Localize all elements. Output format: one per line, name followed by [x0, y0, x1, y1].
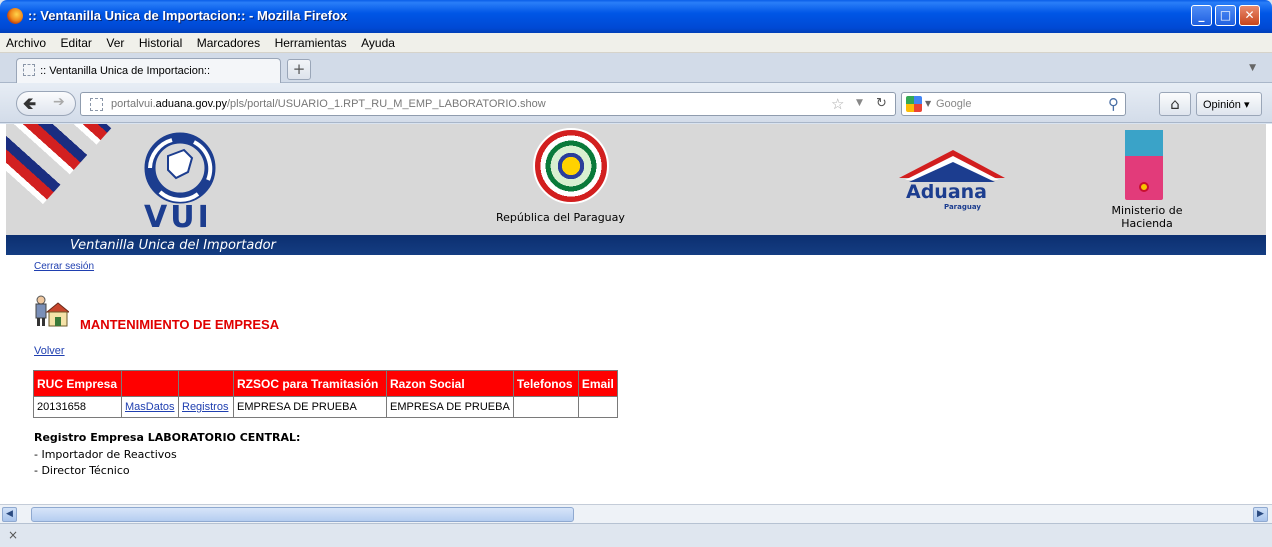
masdatos-link[interactable]: MasDatos — [125, 401, 175, 413]
close-addon-bar-icon[interactable]: × — [8, 528, 18, 542]
ministerio-hacienda-label: Ministerio de Hacienda — [1111, 204, 1183, 230]
menu-ver[interactable]: Ver — [100, 33, 129, 50]
cell-registros: Registros — [178, 396, 234, 418]
paraguay-seal-icon — [533, 128, 609, 204]
reload-icon[interactable]: ↻ — [876, 96, 887, 111]
tab-bar: :: Ventanilla Unica de Importacion:: + ▼ — [0, 53, 1272, 83]
registro-item: - Director Técnico — [34, 464, 130, 477]
registros-link[interactable]: Registros — [182, 401, 228, 413]
aduana-logo-text: Aduana — [906, 181, 988, 203]
menu-archivo[interactable]: Archivo — [0, 33, 51, 50]
url-text[interactable]: portalvui.aduana.gov.py/pls/portal/USUAR… — [111, 98, 546, 110]
cell-rzsoc: EMPRESA DE PRUEBA — [233, 396, 387, 418]
maximize-button[interactable]: □ — [1215, 5, 1236, 26]
scroll-right-icon[interactable]: ▶ — [1253, 507, 1268, 522]
company-maintenance-icon — [35, 295, 69, 327]
cell-email — [577, 396, 618, 418]
firefox-icon — [7, 8, 23, 24]
banner-stripes — [6, 124, 112, 210]
ministerio-hacienda-logo — [1125, 130, 1163, 200]
history-dropdown-icon[interactable]: ▼ — [856, 98, 863, 108]
menu-marcadores[interactable]: Marcadores — [191, 33, 265, 50]
header-razon-social: Razon Social — [386, 370, 514, 397]
menu-herramientas[interactable]: Herramientas — [269, 33, 352, 50]
menu-editar[interactable]: Editar — [55, 33, 97, 50]
banner-subtitle-bar: Ventanilla Unica del Importador — [6, 235, 1266, 255]
forward-arrow-icon[interactable]: ➔ — [53, 94, 65, 110]
logout-link[interactable]: Cerrar sesión — [34, 261, 94, 272]
back-link[interactable]: Volver — [34, 345, 65, 357]
header-blank-1 — [121, 370, 179, 397]
header-rzsoc: RZSOC para Tramitasión — [233, 370, 387, 397]
url-bar[interactable]: portalvui.aduana.gov.py/pls/portal/USUAR… — [80, 92, 896, 116]
site-banner: VUI República del Paraguay Aduana Paragu… — [6, 124, 1266, 235]
new-tab-button[interactable]: + — [287, 59, 311, 80]
header-ruc: RUC Empresa — [33, 370, 122, 397]
search-engine-dropdown-icon[interactable]: ▼ — [925, 99, 931, 108]
home-button[interactable]: ⌂ — [1159, 92, 1191, 116]
header-blank-2 — [178, 370, 234, 397]
tab-list-icon[interactable]: ▼ — [1249, 63, 1256, 73]
home-icon: ⌂ — [1170, 95, 1180, 113]
cell-razon-social: EMPRESA DE PRUEBA — [386, 396, 514, 418]
site-identity-icon[interactable] — [90, 98, 103, 111]
search-icon[interactable]: ⚲ — [1108, 95, 1119, 113]
search-placeholder[interactable]: Google — [936, 98, 971, 110]
back-arrow-icon[interactable]: 🡸 — [23, 93, 36, 120]
cell-ruc: 20131658 — [33, 396, 122, 418]
opinion-button[interactable]: Opinión ▾ — [1196, 92, 1262, 116]
minimize-button[interactable]: _ — [1191, 5, 1212, 26]
company-table: RUC Empresa RZSOC para Tramitasión Razon… — [33, 370, 618, 418]
bookmark-star-icon[interactable]: ☆ — [831, 95, 844, 113]
cell-telefonos — [512, 396, 579, 418]
close-window-button[interactable]: ✕ — [1239, 5, 1260, 26]
search-bar[interactable]: ▼ Google ⚲ — [901, 92, 1126, 116]
navigation-bar: 🡸 ➔ portalvui.aduana.gov.py/pls/portal/U… — [0, 83, 1272, 123]
tab-label: :: Ventanilla Unica de Importacion:: — [40, 65, 211, 77]
republica-label: República del Paraguay — [496, 211, 625, 224]
page-title: MANTENIMIENTO DE EMPRESA — [80, 317, 280, 332]
scroll-left-icon[interactable]: ◀ — [2, 507, 17, 522]
status-bar: × — [0, 523, 1272, 547]
registro-title: Registro Empresa LABORATORIO CENTRAL: — [34, 431, 301, 444]
menu-historial[interactable]: Historial — [133, 33, 187, 50]
google-icon[interactable] — [906, 96, 922, 112]
menu-bar: Archivo Editar Ver Historial Marcadores … — [0, 33, 1272, 53]
vui-logo-text: VUI — [144, 200, 212, 235]
tab-ventanilla[interactable]: :: Ventanilla Unica de Importacion:: — [16, 58, 281, 83]
banner-subtitle: Ventanilla Unica del Importador — [70, 238, 276, 253]
window-title-bar: :: Ventanilla Unica de Importacion:: - M… — [0, 0, 1272, 33]
back-forward-group: 🡸 ➔ — [16, 91, 76, 116]
registro-item: - Importador de Reactivos — [34, 448, 177, 461]
scrollbar-thumb[interactable] — [31, 507, 574, 522]
header-email: Email — [577, 370, 618, 397]
aduana-logo-subtext: Paraguay — [944, 203, 981, 211]
cell-masdatos: MasDatos — [121, 396, 179, 418]
table-row: 20131658 MasDatos Registros EMPRESA DE P… — [33, 396, 618, 418]
table-header-row: RUC Empresa RZSOC para Tramitasión Razon… — [33, 370, 618, 397]
header-telefonos: Telefonos — [512, 370, 579, 397]
page-icon — [23, 64, 35, 76]
menu-ayuda[interactable]: Ayuda — [355, 33, 400, 50]
window-title: :: Ventanilla Unica de Importacion:: - M… — [28, 8, 348, 23]
page-viewport: VUI República del Paraguay Aduana Paragu… — [0, 124, 1272, 504]
horizontal-scrollbar[interactable]: ◀ ▶ — [0, 504, 1272, 523]
